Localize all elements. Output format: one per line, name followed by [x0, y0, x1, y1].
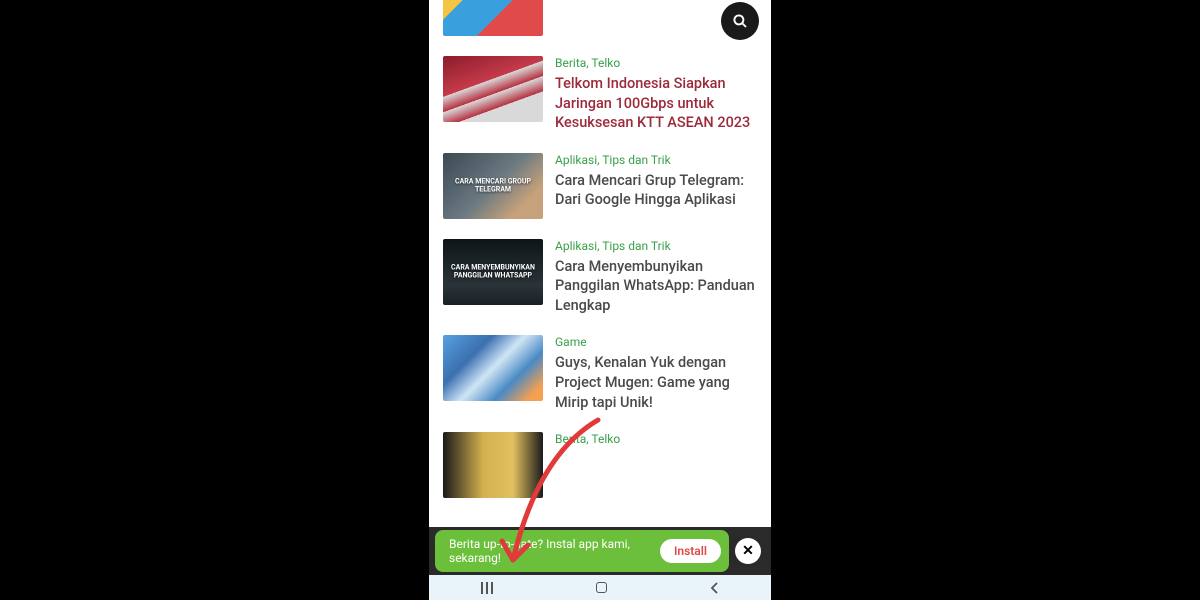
install-button[interactable]: Install: [660, 539, 721, 563]
category-links: Aplikasi, Tips dan Trik: [555, 239, 757, 253]
article-thumbnail[interactable]: [443, 432, 543, 498]
install-banner: Berita up-to-date? Instal app kami, seka…: [435, 530, 729, 572]
close-button[interactable]: ✕: [735, 538, 761, 564]
list-item[interactable]: Berita, Telko: [443, 432, 757, 498]
article-thumbnail[interactable]: CARA MENCARI GROUP TELEGRAM: [443, 153, 543, 219]
article-title[interactable]: Telkom Indonesia Siapkan Jaringan 100Gbp…: [555, 74, 757, 133]
list-item[interactable]: CARA MENCARI GROUP TELEGRAM Aplikasi, Ti…: [443, 153, 757, 219]
search-button[interactable]: [721, 2, 759, 40]
install-bar: Berita up-to-date? Instal app kami, seka…: [429, 527, 771, 575]
article-title[interactable]: Cara Menyembunyikan Panggilan WhatsApp: …: [555, 257, 757, 316]
article-title[interactable]: Cara Mencari Grup Telegram: Dari Google …: [555, 171, 757, 210]
category-links: Berita, Telko: [555, 432, 757, 446]
list-item[interactable]: Rekor!: [443, 0, 757, 36]
category-links: Game: [555, 335, 757, 349]
category-links: Berita, Telko: [555, 56, 757, 70]
nav-back-button[interactable]: [710, 581, 720, 595]
phone-frame: Rekor! Berita, Telko Telkom Indonesia Si…: [429, 0, 771, 600]
article-thumbnail[interactable]: CARA MENYEMBUNYIKAN PANGGILAN WHATSAPP: [443, 239, 543, 305]
nav-home-button[interactable]: [596, 582, 607, 593]
category-link[interactable]: Berita: [555, 56, 586, 70]
article-thumbnail[interactable]: [443, 335, 543, 401]
article-thumbnail[interactable]: [443, 0, 543, 36]
nav-recents-button[interactable]: [481, 582, 493, 594]
article-list: Rekor! Berita, Telko Telkom Indonesia Si…: [429, 0, 771, 518]
category-link[interactable]: Aplikasi: [555, 153, 597, 167]
article-thumbnail[interactable]: [443, 56, 543, 122]
category-link[interactable]: Tips dan Trik: [602, 153, 670, 167]
category-link[interactable]: Telko: [591, 56, 620, 70]
category-link[interactable]: Game: [555, 335, 587, 349]
search-icon: [731, 12, 749, 30]
category-link[interactable]: Tips dan Trik: [602, 239, 670, 253]
list-item[interactable]: CARA MENYEMBUNYIKAN PANGGILAN WHATSAPP A…: [443, 239, 757, 316]
category-link[interactable]: Telko: [591, 432, 620, 446]
thumbnail-text: CARA MENCARI GROUP TELEGRAM: [448, 177, 538, 194]
list-item[interactable]: Game Guys, Kenalan Yuk dengan Project Mu…: [443, 335, 757, 412]
category-link[interactable]: Berita: [555, 432, 586, 446]
article-title[interactable]: Guys, Kenalan Yuk dengan Project Mugen: …: [555, 353, 757, 412]
close-icon: ✕: [742, 543, 754, 559]
install-text: Berita up-to-date? Instal app kami, seka…: [449, 537, 660, 566]
category-link[interactable]: Aplikasi: [555, 239, 597, 253]
thumbnail-text: CARA MENYEMBUNYIKAN PANGGILAN WHATSAPP: [448, 263, 538, 280]
category-links: Aplikasi, Tips dan Trik: [555, 153, 757, 167]
list-item[interactable]: Berita, Telko Telkom Indonesia Siapkan J…: [443, 56, 757, 133]
android-nav-bar: [429, 575, 771, 600]
